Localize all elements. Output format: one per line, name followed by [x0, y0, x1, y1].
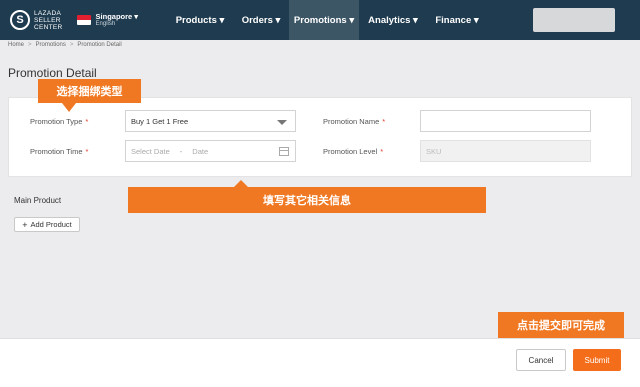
promotion-type-label: Promotion Type *: [30, 117, 89, 126]
breadcrumb-current: Promotion Detail: [77, 42, 122, 48]
promotion-type-select[interactable]: Buy 1 Get 1 Free: [125, 110, 296, 132]
page-title: Promotion Detail: [8, 66, 97, 80]
add-product-label: Add Product: [30, 220, 72, 229]
country-selector[interactable]: Singapore ▾ English: [76, 12, 139, 28]
submit-button[interactable]: Submit: [573, 349, 621, 371]
required-mark: *: [380, 147, 384, 156]
start-date-input[interactable]: Select Date: [131, 147, 170, 156]
nav-analytics[interactable]: Analytics ▾: [359, 0, 427, 40]
nav-orders[interactable]: Orders ▾: [233, 0, 289, 40]
cancel-button[interactable]: Cancel: [516, 349, 566, 371]
date-separator: -: [179, 146, 183, 156]
nav-promotions[interactable]: Promotions ▾: [289, 0, 359, 40]
nav-finance[interactable]: Finance ▾: [427, 0, 487, 40]
singapore-flag-icon: [76, 15, 91, 25]
required-mark: *: [382, 117, 386, 126]
lazada-logo-icon: S: [10, 10, 30, 30]
dropdown-arrow-icon: [277, 120, 287, 125]
breadcrumb-separator: >: [28, 42, 32, 48]
logo-wordmark: LAZADA SELLER CENTER: [34, 10, 63, 31]
end-date-input[interactable]: Date: [192, 147, 208, 156]
callout-select-type: 选择捆绑类型: [38, 79, 141, 103]
promotion-type-value: Buy 1 Get 1 Free: [131, 116, 189, 126]
breadcrumb-home[interactable]: Home: [8, 42, 24, 48]
breadcrumb-separator: >: [69, 42, 74, 48]
required-mark: *: [85, 117, 89, 126]
promotion-time-range-picker[interactable]: Select Date - Date: [125, 140, 296, 162]
promotion-name-input[interactable]: [420, 110, 591, 132]
promotion-name-label: Promotion Name *: [323, 117, 386, 126]
promotion-time-label: Promotion Time *: [30, 147, 89, 156]
country-name: Singapore ▾: [95, 12, 139, 21]
promotion-level-value: SKU: [426, 146, 442, 156]
callout-pointer: [62, 103, 76, 112]
main-product-heading: Main Product: [14, 196, 62, 205]
nav-products[interactable]: Products ▾: [167, 0, 233, 40]
lazada-seller-center-logo[interactable]: S LAZADA SELLER CENTER: [10, 10, 63, 31]
callout-fill-info: 填写其它相关信息: [128, 187, 486, 213]
promotion-level-field: SKU: [420, 140, 591, 162]
logo-line: SELLER: [34, 16, 61, 24]
logo-line: CENTER: [34, 23, 63, 31]
promotion-level-label: Promotion Level *: [323, 147, 384, 156]
breadcrumb-promotions[interactable]: Promotions: [36, 42, 66, 48]
promotion-form-card: [8, 97, 632, 177]
required-mark: *: [85, 147, 89, 156]
callout-submit-hint: 点击提交即可完成: [498, 312, 624, 338]
language-label: English: [95, 21, 116, 27]
calendar-icon[interactable]: [279, 147, 289, 156]
add-product-button[interactable]: + Add Product: [14, 217, 80, 232]
breadcrumb: Home > Promotions > Promotion Detail: [8, 42, 122, 48]
logo-line: LAZADA: [34, 9, 62, 17]
user-account-menu[interactable]: [533, 8, 615, 32]
plus-icon: +: [22, 219, 28, 230]
